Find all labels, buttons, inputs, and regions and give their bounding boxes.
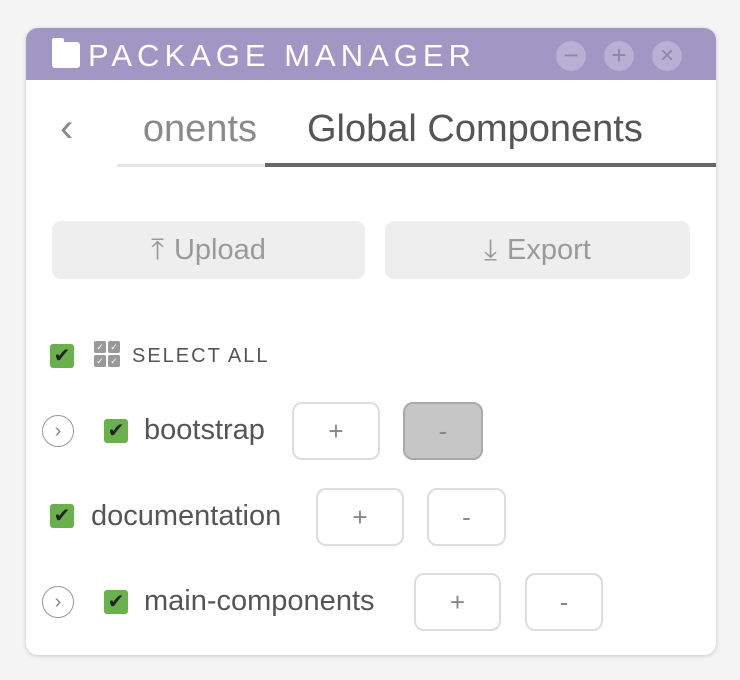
title-bar[interactable]: PACKAGE MANAGER − + × [26,28,716,80]
tab-global-components[interactable]: Global Components [307,108,643,151]
active-tab-underline [265,163,716,167]
tab-bar: ‹ onents Global Components [26,80,716,168]
package-checkbox[interactable]: ✔ [104,419,128,443]
add-button[interactable]: + [414,573,501,631]
chevron-left-icon[interactable]: ‹ [60,108,73,148]
export-icon: ⤓ [484,233,497,266]
package-manager-window: PACKAGE MANAGER − + × ‹ onents Global Co… [26,28,716,655]
window-title: PACKAGE MANAGER [88,38,476,73]
remove-button[interactable]: - [427,488,506,546]
upload-icon: ⤒ [151,233,164,266]
package-checkbox[interactable]: ✔ [50,504,74,528]
package-name: main-components [144,585,375,617]
package-checkbox[interactable]: ✔ [104,590,128,614]
upload-label: Upload [173,233,266,266]
select-all-label[interactable]: SELECT ALL [132,345,269,368]
remove-button[interactable]: - [403,402,483,460]
minimize-button[interactable]: − [556,41,586,71]
select-all-icon: ✓ ✓ ✓ ✓ [94,341,120,367]
package-name: documentation [91,500,282,532]
export-label: Export [507,233,591,266]
maximize-button[interactable]: + [604,41,634,71]
expand-chevron-icon[interactable]: › [42,586,74,618]
package-name: bootstrap [144,414,265,446]
add-button[interactable]: + [316,488,404,546]
add-button[interactable]: + [292,402,380,460]
select-all-checkbox[interactable]: ✔ [50,344,74,368]
upload-button[interactable]: ⤒ Upload [52,221,365,279]
close-button[interactable]: × [652,41,682,71]
folder-icon [52,38,80,68]
export-button[interactable]: ⤓ Export [385,221,690,279]
tab-components[interactable]: onents [117,108,257,151]
tab-underline [117,164,265,167]
expand-chevron-icon[interactable]: › [42,415,74,447]
remove-button[interactable]: - [525,573,603,631]
